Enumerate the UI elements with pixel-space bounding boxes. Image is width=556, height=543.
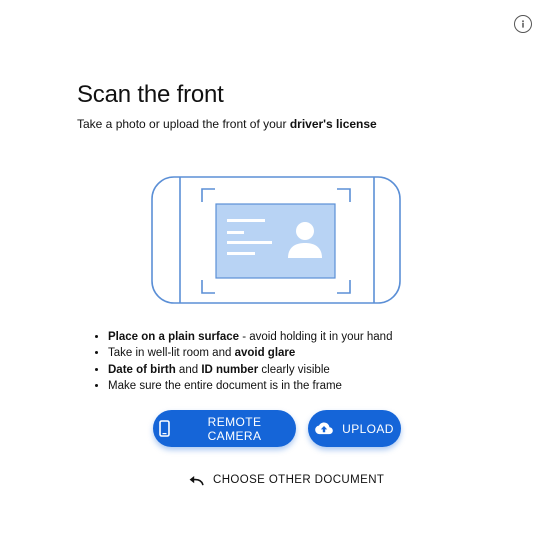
tip-item: Make sure the entire document is in the … [108,378,392,394]
phone-icon [159,420,170,437]
tip-text: - avoid holding it in your hand [239,331,393,343]
subtitle-text: Take a photo or upload the front of your [77,117,290,131]
tip-item: Date of birth and ID number clearly visi… [108,362,392,378]
tip-text: Take in well-lit room and [108,347,235,360]
tips-list: Place on a plain surface - avoid holding… [96,329,392,394]
frame-corner-tl [201,188,215,202]
frame-corner-tr [337,188,351,202]
cloud-upload-icon [315,422,333,435]
tip-bold: avoid glare [234,347,296,360]
remote-camera-label: REMOTE CAMERA [207,414,262,443]
frame-corner-bl [201,280,215,294]
document-type: driver's license [289,117,377,131]
card-line-3 [227,241,272,244]
info-button[interactable] [514,15,532,33]
upload-button[interactable]: UPLOAD [308,410,401,447]
frame-corner-br [337,280,351,294]
choose-other-document-button[interactable]: CHOOSE OTHER DOCUMENT [189,470,384,490]
tip-text: and [175,363,202,376]
tip-item: Place on a plain surface - avoid holding… [108,329,392,345]
upload-label: UPLOAD [342,421,394,436]
portrait-head [296,222,314,240]
choose-other-document-label: CHOOSE OTHER DOCUMENT [213,474,385,486]
tip-item: Take in well-lit room and avoid glare [108,345,392,361]
tip-text: Make sure the entire document is in the … [108,379,342,392]
tip-bold: ID number [201,363,259,376]
undo-arrow-icon [189,475,204,485]
tip-bold: Place on a plain surface [108,331,240,343]
page-title: Scan the front [77,81,224,108]
card-line-2 [227,231,244,234]
tip-text: clearly visible [258,363,330,376]
page-subtitle: Take a photo or upload the front of your… [77,117,377,131]
phone-scan-illustration [151,176,401,304]
tip-bold: Date of birth [108,363,176,376]
card-line-4 [227,252,255,255]
remote-camera-button[interactable]: REMOTE CAMERA [153,410,296,447]
card-line-1 [227,219,265,222]
info-icon [522,20,524,28]
